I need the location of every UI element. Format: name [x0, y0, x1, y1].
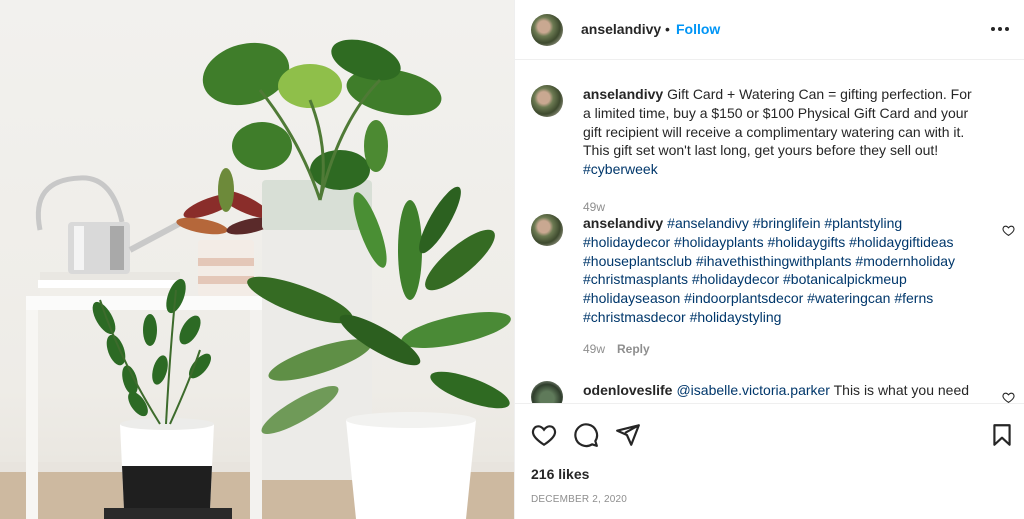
mention-link[interactable]: @isabelle.victoria.parker [676, 382, 830, 398]
comment-username[interactable]: odenloveslife [583, 382, 672, 398]
comments-list[interactable]: anselandivy Gift Card + Watering Can = gi… [515, 61, 1024, 403]
header-username[interactable]: anselandivy [581, 21, 661, 37]
comment-age[interactable]: 49w [583, 200, 605, 214]
comment-username[interactable]: anselandivy [583, 86, 663, 102]
like-heart-icon[interactable] [531, 422, 557, 448]
comment-body: This is what you need [833, 382, 970, 398]
avatar[interactable] [531, 214, 563, 246]
comment-username[interactable]: anselandivy [583, 215, 663, 231]
save-bookmark-icon[interactable] [989, 422, 1015, 448]
likes-count[interactable]: 216 likes [531, 466, 589, 482]
avatar[interactable] [531, 14, 563, 46]
comment-text: anselandivy Gift Card + Watering Can = gi… [583, 85, 983, 179]
post-date[interactable]: December 2, 2020 [531, 494, 627, 505]
share-paper-plane-icon[interactable] [615, 422, 641, 448]
post-header: anselandivy • Follow [515, 0, 1024, 60]
reply-button[interactable]: Reply [617, 342, 650, 356]
comment-age[interactable]: 49w [583, 342, 605, 356]
post-detail-panel: anselandivy • Follow anselandivy Gift Car… [514, 0, 1024, 519]
like-comment-heart-icon[interactable] [1002, 224, 1015, 237]
avatar[interactable] [531, 381, 563, 403]
avatar[interactable] [531, 85, 563, 117]
comment-bubble-icon[interactable] [573, 422, 599, 448]
plants-illustration [0, 39, 514, 519]
comment-meta: 49w [583, 200, 605, 214]
comment-meta: 49w Reply [583, 342, 650, 356]
like-comment-heart-icon[interactable] [1002, 391, 1015, 403]
post-actions: 216 likes December 2, 2020 [515, 403, 1024, 519]
post-photo[interactable] [0, 0, 514, 519]
comment-text: anselandivy #anselandivy #bringlifein #pl… [583, 214, 983, 327]
follow-button[interactable]: Follow [676, 21, 720, 37]
hashtag-link[interactable]: #anselandivy #bringlifein #plantstyling … [583, 215, 955, 325]
hashtag-link[interactable]: #cyberweek [583, 161, 658, 177]
comment-text: odenloveslife @isabelle.victoria.parker T… [583, 381, 983, 400]
separator-dot: • [665, 21, 670, 37]
more-options-icon[interactable] [989, 18, 1011, 40]
